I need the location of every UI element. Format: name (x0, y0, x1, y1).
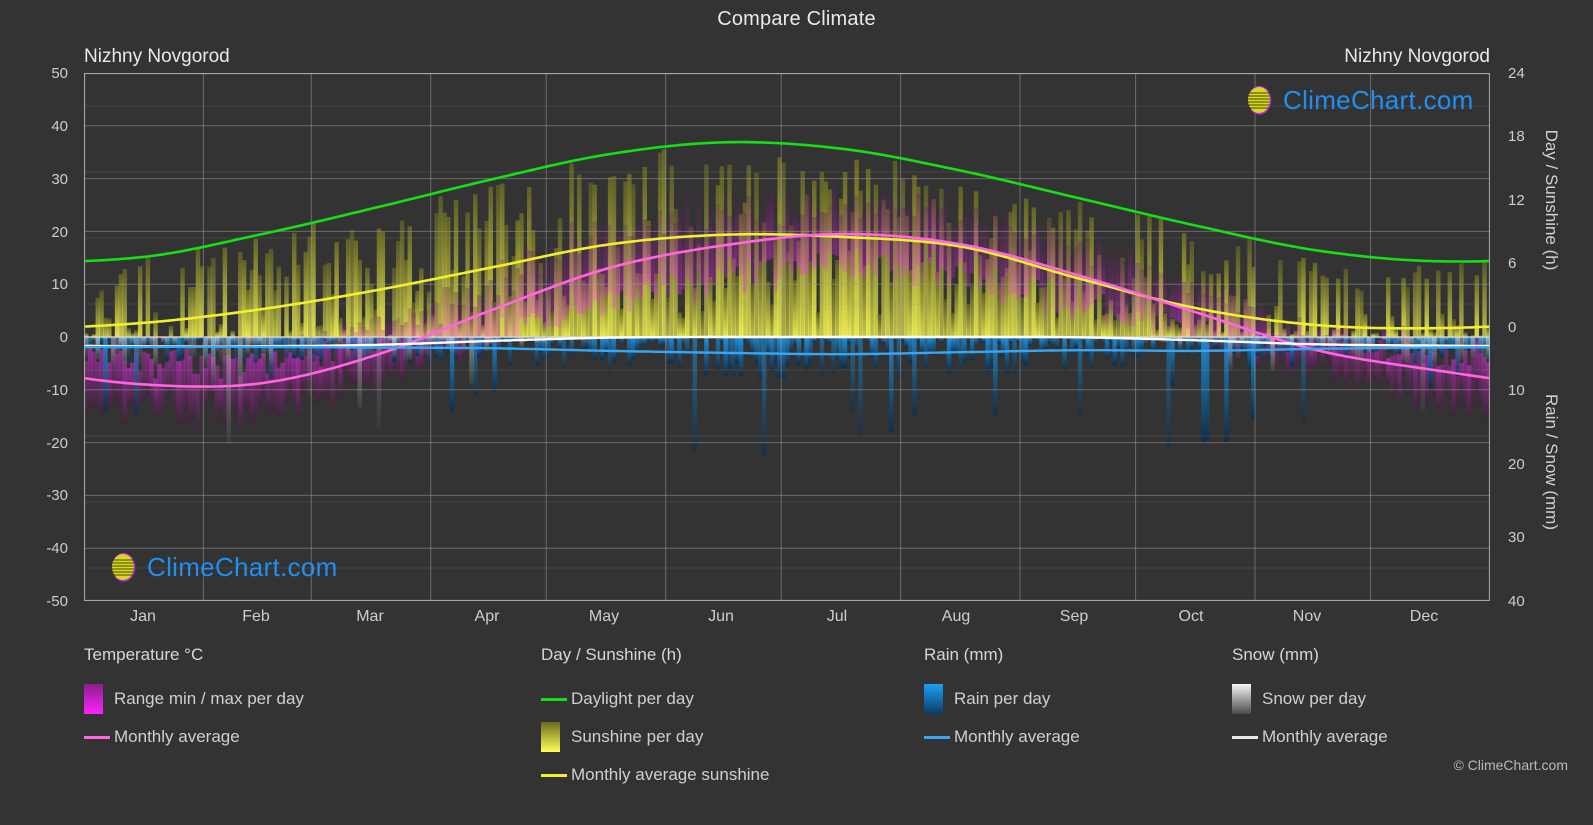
legend-item-rain-day[interactable]: Rain per day (924, 680, 1080, 718)
xtick-aug: Aug (941, 608, 971, 625)
ytick-sun-12: 12 (1508, 192, 1525, 209)
legend-label-temp-avg: Monthly average (114, 727, 240, 746)
legend-label-sunshine: Sunshine per day (571, 727, 704, 746)
ytick-precip-30: 30 (1508, 529, 1525, 546)
legend-item-temp-range[interactable]: Range min / max per day (84, 680, 304, 718)
legend-item-snow-day[interactable]: Snow per day (1232, 680, 1388, 718)
legend-swatch-sunshine-avg (541, 773, 571, 777)
copyright-text: © ClimeChart.com (1453, 757, 1568, 773)
chart-legend: Temperature °C Range min / max per day M… (0, 645, 1593, 825)
legend-group-daysun: Day / Sunshine (h) Daylight per day Suns… (541, 645, 769, 794)
legend-label-snow-avg: Monthly average (1262, 727, 1388, 746)
ytick-temp-m50: -50 (46, 593, 68, 610)
legend-label-daylight: Daylight per day (571, 689, 694, 708)
legend-swatch-temp-avg (84, 735, 114, 739)
ytick-temp-50: 50 (51, 65, 68, 82)
ytick-temp-m40: -40 (46, 540, 68, 557)
ytick-precip-20: 20 (1508, 456, 1525, 473)
legend-label-sunshine-avg: Monthly average sunshine (571, 765, 770, 784)
legend-label-rain-avg: Monthly average (954, 727, 1080, 746)
ytick-temp-10: 10 (51, 276, 68, 293)
legend-item-sunshine-avg[interactable]: Monthly average sunshine (541, 756, 769, 794)
legend-swatch-snow-avg (1232, 735, 1262, 739)
legend-item-temp-avg[interactable]: Monthly average (84, 718, 304, 756)
ytick-sun-6: 6 (1508, 255, 1517, 272)
legend-group-rain: Rain (mm) Rain per day Monthly average (924, 645, 1080, 756)
legend-label-temp-range: Range min / max per day (114, 689, 304, 708)
xtick-sep: Sep (1059, 608, 1089, 625)
legend-label-rain-day: Rain per day (954, 689, 1051, 708)
legend-item-sunshine[interactable]: Sunshine per day (541, 718, 769, 756)
ytick-sun-0: 0 (1508, 319, 1517, 336)
legend-swatch-sunshine (541, 722, 571, 752)
xtick-feb: Feb (242, 608, 270, 625)
ytick-temp-40: 40 (51, 118, 68, 135)
legend-group-temperature: Temperature °C Range min / max per day M… (84, 645, 304, 756)
ytick-precip-10: 10 (1508, 382, 1525, 399)
ytick-temp-m10: -10 (46, 382, 68, 399)
legend-swatch-temp-range (84, 684, 114, 714)
ytick-precip-40: 40 (1508, 593, 1525, 610)
xtick-jun: Jun (708, 608, 734, 625)
legend-heading-daysun: Day / Sunshine (h) (541, 645, 682, 664)
legend-item-daylight[interactable]: Daylight per day (541, 680, 769, 718)
xtick-oct: Oct (1178, 608, 1204, 625)
legend-swatch-snow-day (1232, 684, 1262, 714)
city-label-right: Nizhny Novgorod (1344, 46, 1490, 67)
xtick-apr: Apr (474, 608, 500, 625)
legend-group-snow: Snow (mm) Snow per day Monthly average (1232, 645, 1388, 756)
legend-swatch-daylight (541, 697, 571, 701)
axis-title-day-sunshine: Day / Sunshine (h) (1542, 129, 1561, 271)
chart-svg (84, 73, 1490, 601)
chart-plot-area: ClimeChart.com ClimeChart.com (84, 73, 1490, 601)
city-label-left: Nizhny Novgorod (84, 46, 230, 67)
climate-chart-page: Compare Climate Nizhny Novgorod Nizhny N… (0, 0, 1593, 825)
ytick-temp-m20: -20 (46, 435, 68, 452)
legend-swatch-rain-day (924, 684, 954, 714)
legend-heading-snow: Snow (mm) (1232, 645, 1319, 664)
ytick-sun-24: 24 (1508, 65, 1525, 82)
xtick-jan: Jan (130, 608, 156, 625)
legend-heading-rain: Rain (mm) (924, 645, 1004, 664)
page-title: Compare Climate (717, 8, 876, 30)
xtick-jul: Jul (826, 608, 848, 625)
axis-title-rain-snow: Rain / Snow (mm) (1542, 393, 1561, 531)
legend-item-snow-avg[interactable]: Monthly average (1232, 718, 1388, 756)
ytick-sun-18: 18 (1508, 128, 1525, 145)
ytick-temp-20: 20 (51, 224, 68, 241)
xtick-may: May (588, 608, 620, 625)
ytick-temp-30: 30 (51, 171, 68, 188)
xtick-dec: Dec (1409, 608, 1439, 625)
xtick-nov: Nov (1292, 608, 1322, 625)
legend-heading-temperature: Temperature °C (84, 645, 204, 664)
ytick-temp-m30: -30 (46, 487, 68, 504)
legend-item-rain-avg[interactable]: Monthly average (924, 718, 1080, 756)
legend-swatch-rain-avg (924, 735, 954, 739)
ytick-temp-0: 0 (59, 329, 68, 346)
xtick-mar: Mar (356, 608, 384, 625)
legend-label-snow-day: Snow per day (1262, 689, 1366, 708)
